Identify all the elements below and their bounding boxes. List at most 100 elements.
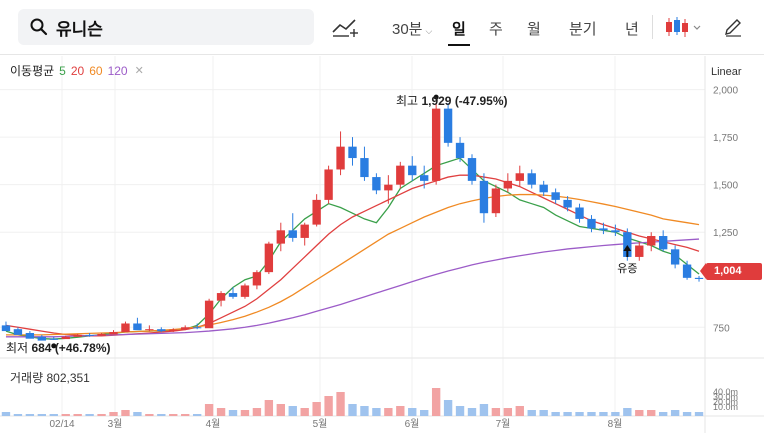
event-label: 유증 <box>617 262 637 275</box>
candle-body <box>216 293 226 301</box>
volume-bar <box>324 396 333 416</box>
volume-bar <box>204 404 214 416</box>
ma-legend-label: 이동평균 <box>10 64 55 78</box>
volume-bar <box>216 408 226 416</box>
tab-month[interactable]: 월 <box>527 18 541 39</box>
candle-body <box>658 236 668 250</box>
candle-body <box>647 236 656 246</box>
pencil-icon[interactable] <box>723 17 743 37</box>
interval-label: 30분 <box>392 21 423 38</box>
x-tick-label: 3월 <box>108 418 123 430</box>
scale-select[interactable]: Linear <box>711 66 742 78</box>
volume-bar <box>348 404 357 416</box>
interval-select[interactable]: 30분 ⌵ <box>392 18 432 39</box>
y-tick-label: 1,250 <box>713 228 738 239</box>
volume-bar <box>431 388 441 416</box>
volume-bar <box>145 414 154 416</box>
volume-bar <box>408 408 417 416</box>
volume-bar <box>575 412 584 416</box>
volume-bar <box>623 408 632 416</box>
volume-bar <box>360 406 369 416</box>
candle-body <box>1 325 11 332</box>
candle-body <box>145 329 154 331</box>
candle-body <box>121 323 130 333</box>
candle-body <box>264 243 274 273</box>
tab-year[interactable]: 년 <box>625 18 639 39</box>
x-tick-label: 6월 <box>405 418 420 430</box>
candle-body <box>312 199 321 225</box>
x-tick-label: 8월 <box>608 418 623 430</box>
volume-bar <box>276 404 285 416</box>
candle-body <box>252 272 262 286</box>
high-value: 1,929 <box>421 94 452 108</box>
candle-body <box>133 323 142 331</box>
candle-body <box>527 173 536 185</box>
candle-body <box>670 249 680 265</box>
toolbar-divider <box>652 15 653 39</box>
volume-bar <box>85 414 94 416</box>
low-prefix: 최저 <box>6 341 29 355</box>
close-icon[interactable]: ✕ <box>135 64 144 77</box>
price-chart[interactable]: 2,000 1,750 1,500 1,250 750 02/14 3월 4월 5월 6월 7월 8월… <box>0 56 764 433</box>
candle-body <box>408 165 417 176</box>
volume-value: 802,351 <box>46 371 90 385</box>
volume-bar <box>97 414 106 416</box>
volume-bar <box>599 412 608 416</box>
candle-body <box>181 327 190 330</box>
candle-body <box>348 146 357 159</box>
candle-type-icon[interactable] <box>664 15 702 39</box>
candle-body <box>336 146 345 170</box>
volume-bar <box>157 414 166 416</box>
x-tick-label: 7월 <box>496 418 511 430</box>
volume-bar <box>658 412 668 416</box>
volume-bar <box>61 414 70 416</box>
ma-line-5 <box>5 157 700 340</box>
candle-body <box>479 180 489 214</box>
volume-bar <box>25 414 35 416</box>
y-tick-label: 750 <box>713 323 730 334</box>
volume-bar <box>682 412 692 416</box>
candle-body <box>97 333 106 336</box>
candle-body <box>300 224 309 238</box>
volume-bar <box>49 414 58 416</box>
tab-week[interactable]: 주 <box>489 18 503 39</box>
ma-line-60 <box>5 193 700 336</box>
candle-body <box>599 228 608 231</box>
ma-20-label: 20 <box>70 63 85 78</box>
volume-bar <box>491 408 501 416</box>
candle-body <box>276 230 285 244</box>
candle-body <box>611 230 620 233</box>
volume-bar <box>372 408 381 416</box>
volume-label: 거래량 802,351 <box>10 369 90 386</box>
search-box[interactable]: 유니슨 <box>18 9 314 45</box>
candle-body <box>491 188 501 214</box>
candle-body <box>324 169 333 200</box>
volume-bar <box>611 412 620 416</box>
candle-body <box>551 192 560 200</box>
volume-bar <box>396 406 405 416</box>
volume-bar <box>670 410 680 416</box>
candle-body <box>360 158 369 178</box>
candle-body <box>563 199 572 208</box>
stock-name: 유니슨 <box>56 19 103 39</box>
volume-bar <box>181 414 190 416</box>
ma-line-120 <box>5 238 700 338</box>
volume-bar <box>192 414 202 416</box>
ma-legend: 이동평균 5 20 60 120 ✕ <box>10 62 144 79</box>
candle-body <box>73 334 82 337</box>
volume-bar <box>1 412 11 416</box>
volume-bar <box>563 412 572 416</box>
indicator-add-icon[interactable] <box>331 16 359 38</box>
volume-bar <box>264 400 274 416</box>
candle-body <box>169 329 178 332</box>
tab-quarter[interactable]: 분기 <box>569 18 597 39</box>
candle-body <box>467 158 477 181</box>
y-tick-label: 1,750 <box>713 133 738 144</box>
low-change: (+46.78%) <box>54 341 111 355</box>
candle-body <box>192 327 202 329</box>
candle-body <box>635 245 644 257</box>
tab-day[interactable]: 일 <box>448 18 470 46</box>
volume-bar <box>300 408 309 416</box>
candle-body <box>13 329 23 335</box>
candle-body <box>503 180 513 189</box>
